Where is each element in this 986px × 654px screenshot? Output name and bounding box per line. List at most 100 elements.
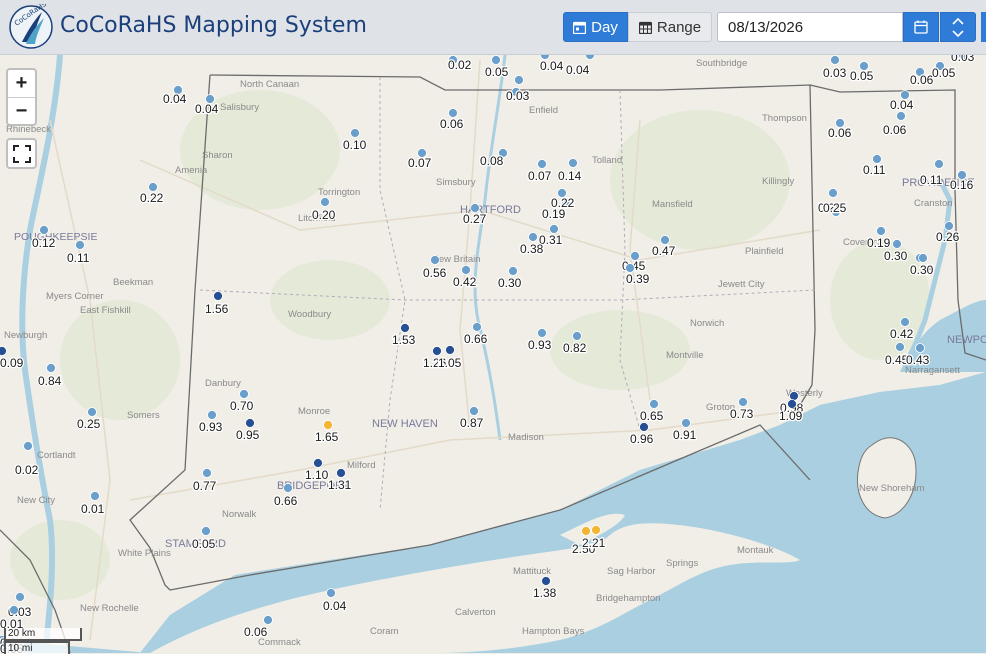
precip-value-label: 0.70 — [230, 399, 254, 413]
precip-marker[interactable] — [461, 265, 471, 275]
precip-marker[interactable] — [0, 346, 7, 356]
precip-value-label: 0.27 — [463, 212, 487, 226]
precip-marker[interactable] — [445, 345, 455, 355]
precip-marker[interactable] — [896, 111, 906, 121]
precip-marker[interactable] — [400, 323, 410, 333]
precip-marker[interactable] — [46, 363, 56, 373]
precip-value-label: 0.84 — [38, 374, 62, 388]
precip-marker[interactable] — [572, 331, 582, 341]
precip-value-label: 0.30 — [498, 276, 522, 290]
precip-marker[interactable] — [639, 422, 649, 432]
precip-value-label: 0.25 — [77, 417, 101, 431]
precip-value-label: 0.11 — [920, 173, 943, 187]
precip-marker[interactable] — [585, 55, 595, 60]
precip-value-label: 0.77 — [193, 479, 217, 493]
precip-value-label: 1.09 — [779, 409, 803, 423]
range-mode-button[interactable]: Range — [628, 12, 712, 42]
precip-marker[interactable] — [915, 343, 925, 353]
precip-marker[interactable] — [350, 128, 360, 138]
chevron-down-icon[interactable] — [941, 27, 975, 41]
precip-marker[interactable] — [581, 526, 591, 536]
precip-marker[interactable] — [876, 226, 886, 236]
precip-value-label: 0.06 — [244, 625, 268, 639]
precip-marker[interactable] — [336, 468, 346, 478]
precip-marker[interactable] — [207, 410, 217, 420]
map-canvas[interactable]: North Canaan Salisbury Rhinebeck Sharon … — [0, 55, 986, 653]
precip-marker[interactable] — [681, 418, 691, 428]
precip-marker[interactable] — [528, 232, 538, 242]
precip-value-label: 1.05 — [438, 356, 462, 370]
precip-marker[interactable] — [591, 525, 601, 535]
zoom-out-button[interactable]: − — [8, 98, 35, 125]
precip-marker[interactable] — [568, 158, 578, 168]
chevron-up-icon[interactable] — [941, 14, 975, 28]
precip-value-label: 0.03 — [823, 66, 847, 80]
open-calendar-button[interactable] — [903, 12, 939, 42]
app-title: CoCoRaHS Mapping System — [60, 13, 367, 38]
precip-value-label: 0.82 — [563, 341, 587, 355]
precip-marker[interactable] — [491, 55, 501, 65]
precip-marker[interactable] — [830, 55, 840, 65]
date-input[interactable] — [717, 12, 903, 42]
precip-marker[interactable] — [738, 397, 748, 407]
precip-marker[interactable] — [15, 592, 25, 602]
precip-value-label: 0.42 — [890, 327, 914, 341]
precip-marker[interactable] — [828, 188, 838, 198]
precip-value-label: 0.04 — [540, 59, 564, 73]
precip-marker[interactable] — [201, 526, 211, 536]
precip-value-label: 0.96 — [630, 432, 654, 446]
precip-marker[interactable] — [789, 391, 799, 401]
day-mode-button[interactable]: Day — [563, 12, 628, 42]
precip-marker[interactable] — [23, 441, 33, 451]
precip-marker[interactable] — [87, 407, 97, 417]
precip-value-label: 0.93 — [199, 420, 223, 434]
precip-marker[interactable] — [313, 458, 323, 468]
precip-marker[interactable] — [283, 483, 293, 493]
precip-marker[interactable] — [245, 418, 255, 428]
precip-value-label: 1.38 — [533, 586, 557, 600]
precip-marker[interactable] — [323, 420, 333, 430]
precip-marker[interactable] — [39, 225, 49, 235]
precip-marker[interactable] — [75, 240, 85, 250]
precip-marker[interactable] — [469, 406, 479, 416]
app-header: CoCoRaHS CoCoRaHS Mapping System Day Ran… — [0, 0, 986, 55]
precip-marker[interactable] — [432, 346, 442, 356]
precip-marker[interactable] — [895, 342, 905, 352]
precip-marker[interactable] — [472, 322, 482, 332]
precip-marker[interactable] — [263, 615, 273, 625]
precip-marker[interactable] — [90, 491, 100, 501]
precip-marker[interactable] — [537, 159, 547, 169]
precip-marker[interactable] — [213, 291, 223, 301]
precip-marker[interactable] — [202, 468, 212, 478]
precip-value-label: 0.03 — [951, 55, 975, 64]
precip-value-label: 0.42 — [453, 275, 477, 289]
precip-value-label: 0.95 — [236, 428, 260, 442]
precip-value-label: 0.12 — [32, 236, 56, 250]
precip-marker[interactable] — [537, 328, 547, 338]
calendar-range-icon — [638, 21, 652, 34]
precip-value-label: 0.08 — [480, 154, 504, 168]
cocorahs-logo[interactable]: CoCoRaHS — [8, 4, 54, 50]
precip-marker[interactable] — [787, 399, 797, 409]
precip-marker[interactable] — [430, 255, 440, 265]
precip-marker[interactable] — [9, 605, 19, 615]
precip-marker[interactable] — [320, 197, 330, 207]
precip-value-label: 0.66 — [274, 494, 298, 508]
precip-marker[interactable] — [239, 389, 249, 399]
precip-marker[interactable] — [541, 576, 551, 586]
precip-marker[interactable] — [892, 239, 902, 249]
precip-value-label: 0.04 — [195, 102, 219, 116]
precip-marker[interactable] — [918, 253, 928, 263]
precip-marker[interactable] — [934, 159, 944, 169]
precip-marker[interactable] — [508, 266, 518, 276]
precip-marker[interactable] — [326, 588, 336, 598]
precip-marker[interactable] — [514, 75, 524, 85]
precip-marker[interactable] — [900, 317, 910, 327]
fullscreen-button[interactable] — [6, 138, 37, 169]
overflow-button[interactable] — [981, 12, 986, 42]
date-stepper[interactable] — [940, 12, 976, 42]
precip-marker[interactable] — [649, 399, 659, 409]
zoom-in-button[interactable]: + — [8, 70, 35, 98]
precip-markers-layer: 0.020.050.040.040.030.040.040.040.030.05… — [0, 55, 976, 653]
range-mode-label: Range — [656, 18, 702, 36]
